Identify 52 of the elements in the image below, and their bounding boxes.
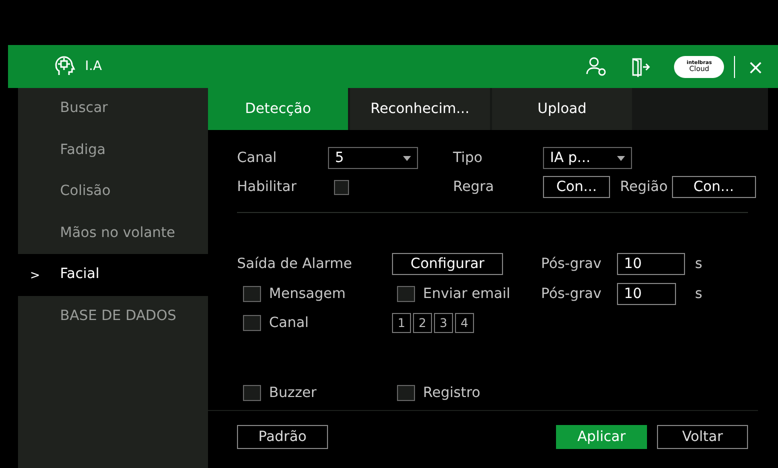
chevron-marker: >: [30, 266, 42, 284]
channel-dropdown[interactable]: 5: [328, 147, 418, 169]
tab[interactable]: Reconhecim...: [350, 88, 490, 130]
field-label: Região: [620, 178, 668, 196]
post-record-input[interactable]: 10: [617, 253, 685, 275]
sidebar-item[interactable]: Mãos no volante: [18, 212, 208, 254]
type-dropdown[interactable]: IA p...: [543, 147, 632, 169]
item-label: Facial: [60, 265, 100, 284]
post-record-input[interactable]: 10: [617, 283, 676, 305]
checkbox-label: Buzzer: [269, 384, 318, 402]
action-button[interactable]: Padrão: [237, 425, 328, 449]
field-label: Saída de Alarme: [237, 254, 354, 274]
sidebar-item[interactable]: Colisão: [18, 171, 208, 212]
action-button[interactable]: Voltar: [657, 425, 748, 449]
field-label: Regra: [453, 178, 495, 196]
channel-number-button[interactable]: 3: [434, 313, 453, 333]
channel-checkbox[interactable]: [243, 315, 261, 331]
buzzer-checkbox[interactable]: [243, 385, 261, 401]
channel-number-button[interactable]: 1: [392, 313, 411, 333]
dropdown-arrow-icon: [403, 156, 411, 160]
field-label: Pós-grav: [541, 254, 602, 274]
window-title: I.A: [85, 58, 102, 76]
email-checkbox[interactable]: [397, 286, 415, 302]
channel-number-button[interactable]: 2: [413, 313, 432, 333]
configure-button[interactable]: Configurar: [392, 253, 503, 275]
tab[interactable]: Upload: [492, 88, 632, 130]
tab[interactable]: Detecção: [208, 88, 348, 130]
channel-number-button[interactable]: 4: [455, 313, 474, 333]
sidebar-item[interactable]: > Facial: [18, 254, 208, 296]
checkbox-label: Mensagem: [269, 284, 347, 304]
record-checkbox[interactable]: [397, 385, 415, 401]
apply-button[interactable]: Aplicar: [556, 425, 647, 449]
close-button[interactable]: ×: [745, 56, 766, 76]
unit-label: s: [695, 254, 702, 274]
field-label: Pós-grav: [541, 284, 602, 304]
dropdown-arrow-icon: [617, 156, 625, 160]
exit-door-icon[interactable]: [630, 56, 650, 76]
checkbox-label: Canal: [269, 314, 310, 332]
checkbox-label: Enviar email: [423, 284, 512, 304]
field-label: Tipo: [453, 148, 484, 168]
sidebar-item[interactable]: Buscar: [18, 88, 208, 130]
field-label: Habilitar: [237, 178, 298, 196]
field-label: Canal: [237, 148, 278, 168]
sidebar-item[interactable]: Fadiga: [18, 130, 208, 171]
message-checkbox[interactable]: [243, 286, 261, 302]
checkbox-label: Registro: [423, 384, 480, 402]
region-config-button[interactable]: Con...: [672, 176, 756, 198]
unit-label: s: [695, 284, 702, 304]
enable-checkbox[interactable]: [334, 180, 349, 194]
user-settings-icon[interactable]: [586, 56, 608, 76]
sidebar-item[interactable]: BASE DE DADOS: [18, 296, 208, 337]
rule-config-button[interactable]: Con...: [543, 176, 610, 198]
